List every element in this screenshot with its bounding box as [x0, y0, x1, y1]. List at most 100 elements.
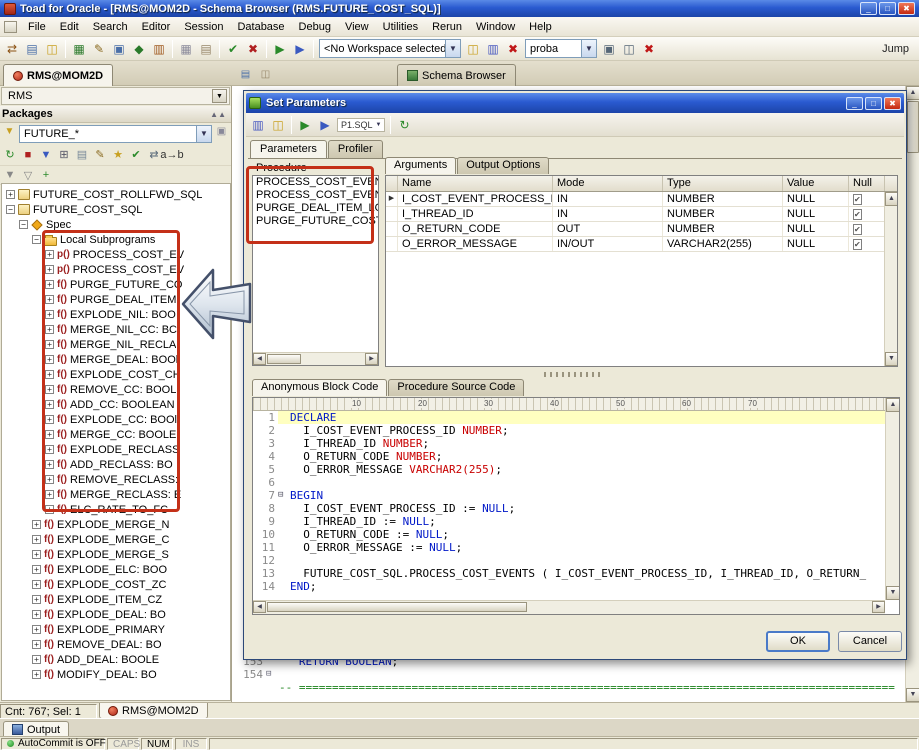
procedure-list-item[interactable]: PROCESS_COST_EVENTS — [253, 176, 378, 189]
rollback-icon[interactable]: ✖ — [243, 39, 263, 59]
star-icon[interactable]: ★ — [109, 146, 127, 164]
expand-toggle-icon[interactable]: + — [45, 490, 54, 499]
funnel-icon[interactable]: ▼ — [1, 166, 19, 184]
run-b-icon[interactable]: ▶ — [315, 115, 335, 135]
tree-item[interactable]: +f()EXPLODE_ITEM_CZ — [2, 592, 230, 607]
fold-toggle-icon[interactable]: ⊟ — [278, 489, 290, 502]
close-red-icon[interactable]: ✖ — [503, 39, 523, 59]
sort-ab-icon[interactable]: a→b — [163, 146, 181, 164]
procedure-list-item[interactable]: PROCESS_COST_EVENTS — [253, 189, 378, 202]
save-icon[interactable]: ▥ — [483, 39, 503, 59]
expand-toggle-icon[interactable]: − — [6, 205, 15, 214]
expand-toggle-icon[interactable]: + — [32, 595, 41, 604]
expand-toggle-icon[interactable]: + — [45, 430, 54, 439]
expand-toggle-icon[interactable]: + — [32, 565, 41, 574]
expand-toggle-icon[interactable]: + — [45, 340, 54, 349]
table-vscrollbar[interactable]: ▲ ▼ — [884, 192, 897, 366]
expand-toggle-icon[interactable]: + — [6, 190, 15, 199]
null-checkbox[interactable]: ✔ — [853, 209, 862, 220]
tab-anonymous-block-code[interactable]: Anonymous Block Code — [252, 379, 387, 396]
null-checkbox[interactable]: ✔ — [853, 224, 862, 235]
scrollbar-thumb[interactable] — [267, 354, 301, 364]
expand-toggle-icon[interactable]: + — [45, 250, 54, 259]
scroll-left-icon[interactable]: ◀ — [253, 601, 266, 613]
copy-icon[interactable]: ▤ — [73, 146, 91, 164]
tree-item[interactable]: −Local Subprograms — [2, 232, 230, 247]
expand-toggle-icon[interactable]: + — [32, 535, 41, 544]
tree-item[interactable]: −Spec — [2, 217, 230, 232]
menu-help[interactable]: Help — [522, 18, 559, 36]
script-combobox[interactable]: P1.SQL ▼ — [337, 118, 385, 132]
win-new-icon[interactable]: ▣ — [599, 39, 619, 59]
expand-toggle-icon[interactable]: + — [32, 670, 41, 679]
anonymous-block-editor[interactable]: 10203040506070 1DECLARE2 I_COST_EVENT_PR… — [252, 397, 900, 615]
null-checkbox[interactable]: ✔ — [853, 239, 862, 250]
tab-output-options[interactable]: Output Options — [457, 157, 549, 174]
code-vscrollbar[interactable]: ▲ ▼ — [885, 398, 899, 600]
name-filter-combobox[interactable]: FUTURE_* ▼ — [19, 125, 212, 143]
chevron-down-icon[interactable]: ▼ — [581, 40, 596, 57]
expand-toggle-icon[interactable]: + — [45, 475, 54, 484]
commit-icon[interactable]: ✔ — [223, 39, 243, 59]
null-checkbox[interactable]: ✔ — [853, 194, 862, 205]
menu-window[interactable]: Window — [469, 18, 522, 36]
tab-profiler[interactable]: Profiler — [328, 140, 383, 158]
minimize-button[interactable]: _ — [846, 97, 863, 110]
tree-item[interactable]: +f()REMOVE_RECLASS: — [2, 472, 230, 487]
tree-item[interactable]: +f()MERGE_CC: BOOLE — [2, 427, 230, 442]
procedure-list-hscrollbar[interactable]: ◀ ▶ — [253, 352, 378, 365]
scroll-down-icon[interactable]: ▼ — [906, 688, 919, 702]
tab-schema-browser[interactable]: Schema Browser — [397, 64, 516, 86]
maximize-button[interactable]: □ — [865, 97, 882, 110]
check-icon[interactable]: ✔ — [127, 146, 145, 164]
menu-utilities[interactable]: Utilities — [376, 18, 425, 36]
expand-toggle-icon[interactable]: + — [45, 445, 54, 454]
code-hscrollbar[interactable]: ◀ ▶ — [253, 600, 885, 614]
open-file-icon[interactable]: ◫ — [42, 39, 62, 59]
expand-icon[interactable]: ⊞ — [55, 146, 73, 164]
expand-toggle-icon[interactable]: + — [32, 580, 41, 589]
filter-icon[interactable]: ▼ — [37, 146, 55, 164]
page-b-icon[interactable]: ◫ — [257, 66, 274, 83]
scroll-right-icon[interactable]: ▶ — [365, 353, 378, 365]
scroll-up-icon[interactable]: ▲ — [886, 398, 900, 412]
table-row[interactable]: I_THREAD_IDINNUMBERNULL✔ — [386, 207, 897, 222]
tab-parameters[interactable]: Parameters — [250, 140, 327, 158]
refresh-icon[interactable]: ↻ — [1, 146, 19, 164]
canvas-icon[interactable]: ▣ — [109, 39, 129, 59]
scroll-down-icon[interactable]: ▼ — [885, 352, 898, 366]
win-tile-icon[interactable]: ◫ — [619, 39, 639, 59]
tree-item[interactable]: +f()EXPLODE_COST_ZC — [2, 577, 230, 592]
tree-item[interactable]: +f()REMOVE_DEAL: BO — [2, 637, 230, 652]
expand-toggle-icon[interactable]: + — [32, 640, 41, 649]
open-folder-icon[interactable]: ◫ — [463, 39, 483, 59]
new-doc-icon[interactable]: ▤ — [22, 39, 42, 59]
page-a-icon[interactable]: ▤ — [237, 66, 254, 83]
scroll-right-icon[interactable]: ▶ — [872, 601, 885, 613]
column-header-value[interactable]: Value — [783, 176, 849, 191]
tree-item[interactable]: +f()ADD_CC: BOOLEAN — [2, 397, 230, 412]
expand-toggle-icon[interactable]: + — [45, 370, 54, 379]
code-lines[interactable]: 1DECLARE2 I_COST_EVENT_PROCESS_ID NUMBER… — [253, 411, 885, 600]
tree-item[interactable]: +f()EXPLODE_PRIMARY — [2, 622, 230, 637]
menu-edit[interactable]: Edit — [53, 18, 86, 36]
connect-icon[interactable]: ⇄ — [2, 39, 22, 59]
calendar-icon[interactable]: ▦ — [176, 39, 196, 59]
packages-section-header[interactable]: Packages ▲▲ — [0, 106, 231, 123]
column-header-null[interactable]: Null — [849, 176, 885, 191]
column-header-name[interactable]: Name — [398, 176, 553, 191]
tree-item[interactable]: +f()MERGE_RECLASS: E — [2, 487, 230, 502]
expand-toggle-icon[interactable]: + — [45, 415, 54, 424]
expand-toggle-icon[interactable]: + — [45, 265, 54, 274]
open-folder-icon[interactable]: ◫ — [268, 115, 288, 135]
expand-toggle-icon[interactable]: + — [45, 505, 54, 514]
menu-rerun[interactable]: Rerun — [425, 18, 469, 36]
tree-item[interactable]: +f()ADD_DEAL: BOOLE — [2, 652, 230, 667]
filter-type-icon[interactable]: ▼ — [2, 126, 17, 141]
sql-editor-icon[interactable]: ✎ — [89, 39, 109, 59]
expand-toggle-icon[interactable]: + — [32, 655, 41, 664]
table-row[interactable]: ▶I_COST_EVENT_PROCESS_IDINNUMBERNULL✔ — [386, 192, 897, 207]
collapse-icon[interactable]: ▲▲ — [210, 110, 229, 119]
chevron-down-icon[interactable]: ▼ — [445, 40, 460, 57]
tree-item[interactable]: +f()EXPLODE_MERGE_S — [2, 547, 230, 562]
